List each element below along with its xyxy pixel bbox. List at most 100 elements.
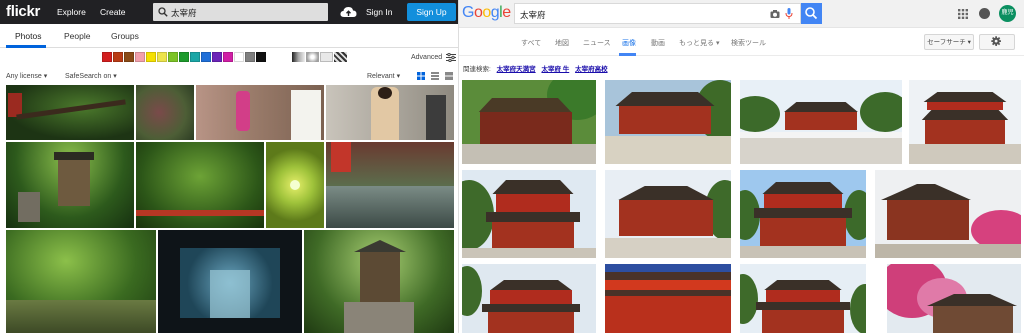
photo-thumbnail[interactable] xyxy=(136,85,194,140)
black-and-white-style-filter[interactable] xyxy=(292,52,305,62)
search-query: 太宰府 xyxy=(520,10,546,20)
color-filter-swatch[interactable] xyxy=(135,52,145,62)
microphone-icon[interactable] xyxy=(785,8,793,19)
grid-view-icon[interactable] xyxy=(417,72,425,80)
color-filter-swatch[interactable] xyxy=(146,52,156,62)
google-logo[interactable]: Google xyxy=(462,4,511,22)
sort-dropdown[interactable]: Relevant ▾ xyxy=(367,72,400,80)
color-filter-swatch[interactable] xyxy=(256,52,266,62)
color-filter-swatch[interactable] xyxy=(157,52,167,62)
photo-thumbnail[interactable] xyxy=(6,85,134,140)
related-link[interactable]: 太宰府 牛 xyxy=(541,66,569,73)
color-filter-swatch[interactable] xyxy=(201,52,211,62)
camera-icon[interactable] xyxy=(770,9,780,19)
safesearch-label: SafeSearch on xyxy=(65,73,112,80)
logo-letter: g xyxy=(490,4,500,21)
related-link[interactable]: 太宰府天満宮 xyxy=(497,66,536,73)
flickr-logo[interactable]: flickr xyxy=(6,3,40,20)
related-link[interactable]: 太宰府高校 xyxy=(575,66,608,73)
sign-in-link[interactable]: Sign In xyxy=(366,7,392,17)
shallow-depth-style-filter[interactable] xyxy=(306,52,319,62)
related-searches: 関連検索: 太宰府天満宮 太宰府 牛 太宰府高校 xyxy=(463,63,608,75)
tab-people[interactable]: People xyxy=(64,31,90,41)
color-filter-swatch[interactable] xyxy=(190,52,200,62)
flickr-header: flickr Explore Create 太宰府 Sign In Sign U… xyxy=(0,0,458,24)
flickr-search-input[interactable]: 太宰府 xyxy=(153,3,328,21)
search-type-tabs: Photos People Groups xyxy=(0,24,458,48)
safesearch-dropdown[interactable]: SafeSearch on ▾ xyxy=(65,72,117,80)
tab-all[interactable]: すべて xyxy=(521,38,541,48)
image-result[interactable] xyxy=(605,264,731,333)
color-filter-swatch[interactable] xyxy=(124,52,134,62)
search-icon xyxy=(805,7,818,20)
image-result[interactable] xyxy=(740,80,902,164)
google-search-tabs: すべて 地図 ニュース 画像 動画 もっと見る ▾ 検索ツール セーフサーチ ▾ xyxy=(459,28,1024,56)
notifications-icon[interactable] xyxy=(979,8,990,19)
image-result[interactable] xyxy=(909,80,1021,164)
justified-view-icon[interactable] xyxy=(431,72,439,80)
color-filter-swatch[interactable] xyxy=(245,52,255,62)
advanced-link[interactable]: Advanced xyxy=(411,54,442,61)
tab-groups[interactable]: Groups xyxy=(111,31,139,41)
tab-photos[interactable]: Photos xyxy=(15,31,41,41)
color-filter-swatch[interactable] xyxy=(212,52,222,62)
license-dropdown[interactable]: Any license ▾ xyxy=(6,72,47,80)
tab-images[interactable]: 画像 xyxy=(622,38,636,48)
search-icon xyxy=(158,7,168,17)
color-filter-swatch[interactable] xyxy=(223,52,233,62)
image-result[interactable] xyxy=(740,170,866,258)
tab-news[interactable]: ニュース xyxy=(583,38,611,48)
sliders-icon[interactable] xyxy=(446,53,456,62)
sign-up-button[interactable]: Sign Up xyxy=(407,3,456,21)
tab-more[interactable]: もっと見る ▾ xyxy=(679,38,719,48)
photo-thumbnail[interactable] xyxy=(326,85,454,140)
image-result[interactable] xyxy=(605,170,731,258)
photo-thumbnail[interactable] xyxy=(6,142,134,228)
image-result[interactable] xyxy=(887,264,1021,333)
google-search-input[interactable]: 太宰府 xyxy=(514,3,801,24)
photo-thumbnail[interactable] xyxy=(6,230,156,333)
color-filter-swatches xyxy=(102,52,266,62)
image-result[interactable] xyxy=(875,170,1021,258)
photo-thumbnail[interactable] xyxy=(326,142,454,228)
color-filter-swatch[interactable] xyxy=(113,52,123,62)
safesearch-dropdown[interactable]: セーフサーチ ▾ xyxy=(924,34,974,50)
active-tab-indicator xyxy=(619,53,636,56)
nav-create[interactable]: Create xyxy=(100,7,126,17)
tab-maps[interactable]: 地図 xyxy=(555,38,569,48)
avatar[interactable]: 鹿児 xyxy=(999,5,1016,22)
photo-thumbnail[interactable] xyxy=(196,85,324,140)
photo-thumbnail[interactable] xyxy=(136,142,264,228)
license-label: Any license xyxy=(6,73,42,80)
color-filter-swatch[interactable] xyxy=(234,52,244,62)
color-filter-swatch[interactable] xyxy=(179,52,189,62)
settings-button[interactable] xyxy=(979,34,1015,50)
tab-search-tools[interactable]: 検索ツール xyxy=(731,38,766,48)
apps-grid-icon[interactable] xyxy=(958,9,968,19)
color-filter-swatch[interactable] xyxy=(168,52,178,62)
pattern-style-filter[interactable] xyxy=(334,52,347,62)
image-result[interactable] xyxy=(605,80,731,164)
image-result[interactable] xyxy=(462,170,596,258)
flickr-pane: flickr Explore Create 太宰府 Sign In Sign U… xyxy=(0,0,458,333)
image-result[interactable] xyxy=(740,264,866,333)
related-label: 関連検索: xyxy=(463,66,491,73)
nav-explore[interactable]: Explore xyxy=(57,7,86,17)
minimal-style-filter[interactable] xyxy=(320,52,333,62)
flickr-photo-grid xyxy=(6,84,454,333)
google-pane: Google 太宰府 鹿児 すべて 地図 ニュース 画像 動画 もっと見る ▾ … xyxy=(459,0,1024,333)
list-view-icon[interactable] xyxy=(445,72,453,80)
filter-bar: Any license ▾ SafeSearch on ▾ Relevant ▾ xyxy=(0,66,458,84)
logo-letter: G xyxy=(462,4,474,21)
search-query: 太宰府 xyxy=(171,8,197,18)
color-filter-swatch[interactable] xyxy=(102,52,112,62)
tab-videos[interactable]: 動画 xyxy=(651,38,665,48)
search-button[interactable] xyxy=(801,3,822,24)
image-result[interactable] xyxy=(462,264,596,333)
photo-thumbnail[interactable] xyxy=(266,142,324,228)
photo-thumbnail[interactable] xyxy=(304,230,454,333)
image-result[interactable] xyxy=(462,80,596,164)
logo-letter: o xyxy=(473,4,483,21)
cloud-upload-icon[interactable] xyxy=(340,5,357,19)
photo-thumbnail[interactable] xyxy=(158,230,302,333)
